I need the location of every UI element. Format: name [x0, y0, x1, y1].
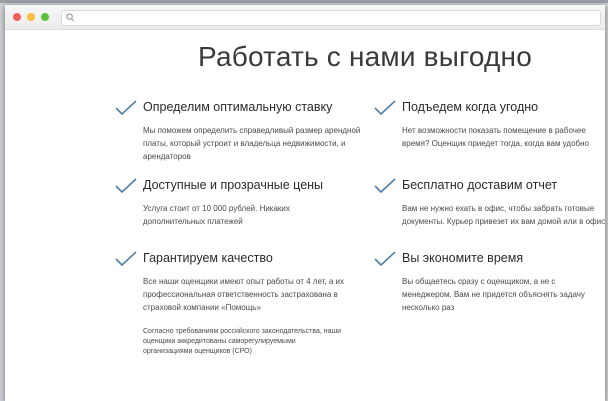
feature-note: Согласно требованиям российского законод…: [143, 328, 342, 355]
feature-title: Определим оптимальную ставку: [143, 100, 333, 114]
close-window-button[interactable]: [13, 13, 21, 21]
page-title: Работать с нами выгодно: [198, 41, 532, 72]
feature-description: Вы общаетесь сразу с оценщиком, а не с м…: [402, 277, 585, 312]
browser-toolbar: [5, 5, 605, 30]
check-icon: [374, 100, 396, 116]
check-icon: [115, 178, 137, 194]
feature-description: Вам не нужно ехать в офис, чтобы забрать…: [402, 204, 605, 226]
feature-description: Услуга стоит от 10 000 рублей. Никаких д…: [143, 204, 290, 226]
maximize-window-button[interactable]: [41, 13, 49, 21]
feature-title: Подъедем когда угодно: [402, 100, 539, 114]
check-icon: [374, 178, 396, 194]
feature-title: Гарантируем качество: [143, 251, 273, 265]
check-icon: [115, 100, 137, 116]
feature-title: Доступные и прозрачные цены: [143, 178, 324, 192]
feature-title: Вы экономите время: [402, 251, 524, 265]
minimize-window-button[interactable]: [27, 13, 35, 21]
feature-description: Мы поможем определить справедливый разме…: [143, 126, 361, 161]
address-bar[interactable]: [61, 10, 601, 26]
feature-title: Бесплатно доставим отчет: [402, 178, 558, 192]
background-strip: [0, 0, 608, 3]
browser-window: Работать с нами выгодно Определим оптима…: [5, 5, 605, 401]
check-icon: [115, 251, 137, 267]
feature-description: Все наши оценщики имеют опыт работы от 4…: [143, 277, 345, 312]
feature-description: Нет возможности показать помещение в раб…: [402, 126, 589, 148]
check-icon: [374, 251, 396, 267]
search-icon: [66, 13, 75, 22]
